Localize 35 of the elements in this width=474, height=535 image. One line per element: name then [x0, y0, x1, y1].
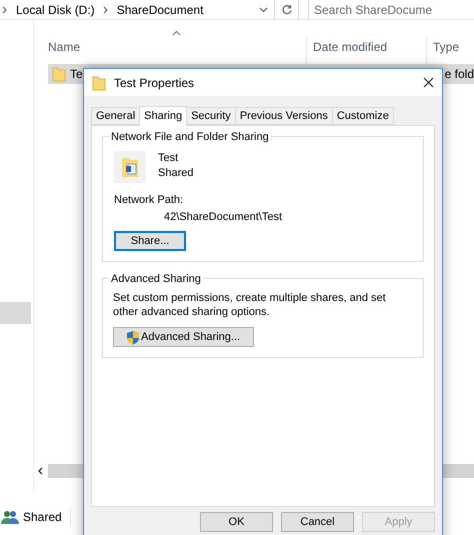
- network-path-label: Network Path:: [114, 193, 184, 208]
- dialog-button[interactable]: OK: [200, 512, 273, 532]
- status-text: Shared: [23, 509, 62, 526]
- tab[interactable]: Customize: [332, 107, 394, 125]
- share-status: Shared: [158, 166, 194, 181]
- file-type: e fold: [444, 66, 474, 83]
- network-path: 42\ShareDocument\Test: [164, 210, 284, 224]
- shield-icon: [126, 330, 140, 344]
- chevron-right-icon: [2, 6, 8, 14]
- dialog-title: Test Properties: [114, 74, 194, 92]
- tab[interactable]: General: [91, 107, 140, 125]
- breadcrumb-item[interactable]: Local Disk (D:): [16, 0, 95, 18]
- tab[interactable]: Sharing: [139, 106, 188, 126]
- advanced-sharing-button[interactable]: Advanced Sharing...: [113, 327, 254, 347]
- dialog-button[interactable]: Cancel: [281, 512, 354, 532]
- folder-name: Test: [158, 151, 180, 166]
- group-heading: Advanced Sharing: [109, 271, 203, 288]
- users-icon: [0, 509, 20, 525]
- close-icon[interactable]: [423, 77, 434, 88]
- folder-icon: [52, 66, 66, 82]
- share-button[interactable]: Share...: [114, 231, 186, 251]
- shared-folder-icon: [114, 151, 146, 183]
- file-name: Te: [70, 66, 83, 83]
- sort-caret-icon: [172, 30, 181, 36]
- group-heading: Network File and Folder Sharing: [109, 129, 271, 146]
- dropdown-icon[interactable]: [258, 6, 268, 12]
- tab[interactable]: Security: [186, 107, 236, 125]
- breadcrumb-item[interactable]: ShareDocument: [116, 0, 204, 18]
- tab[interactable]: Previous Versions: [234, 107, 333, 125]
- search-field[interactable]: Search ShareDocume: [308, 0, 474, 19]
- refresh-icon[interactable]: [280, 4, 293, 16]
- description-text: Set custom permissions, create multiple shares, and set other advanced sharing options.: [113, 291, 387, 319]
- column-header[interactable]: Name: [48, 36, 306, 64]
- chevron-right-icon: [102, 6, 109, 14]
- folder-icon: [92, 74, 106, 90]
